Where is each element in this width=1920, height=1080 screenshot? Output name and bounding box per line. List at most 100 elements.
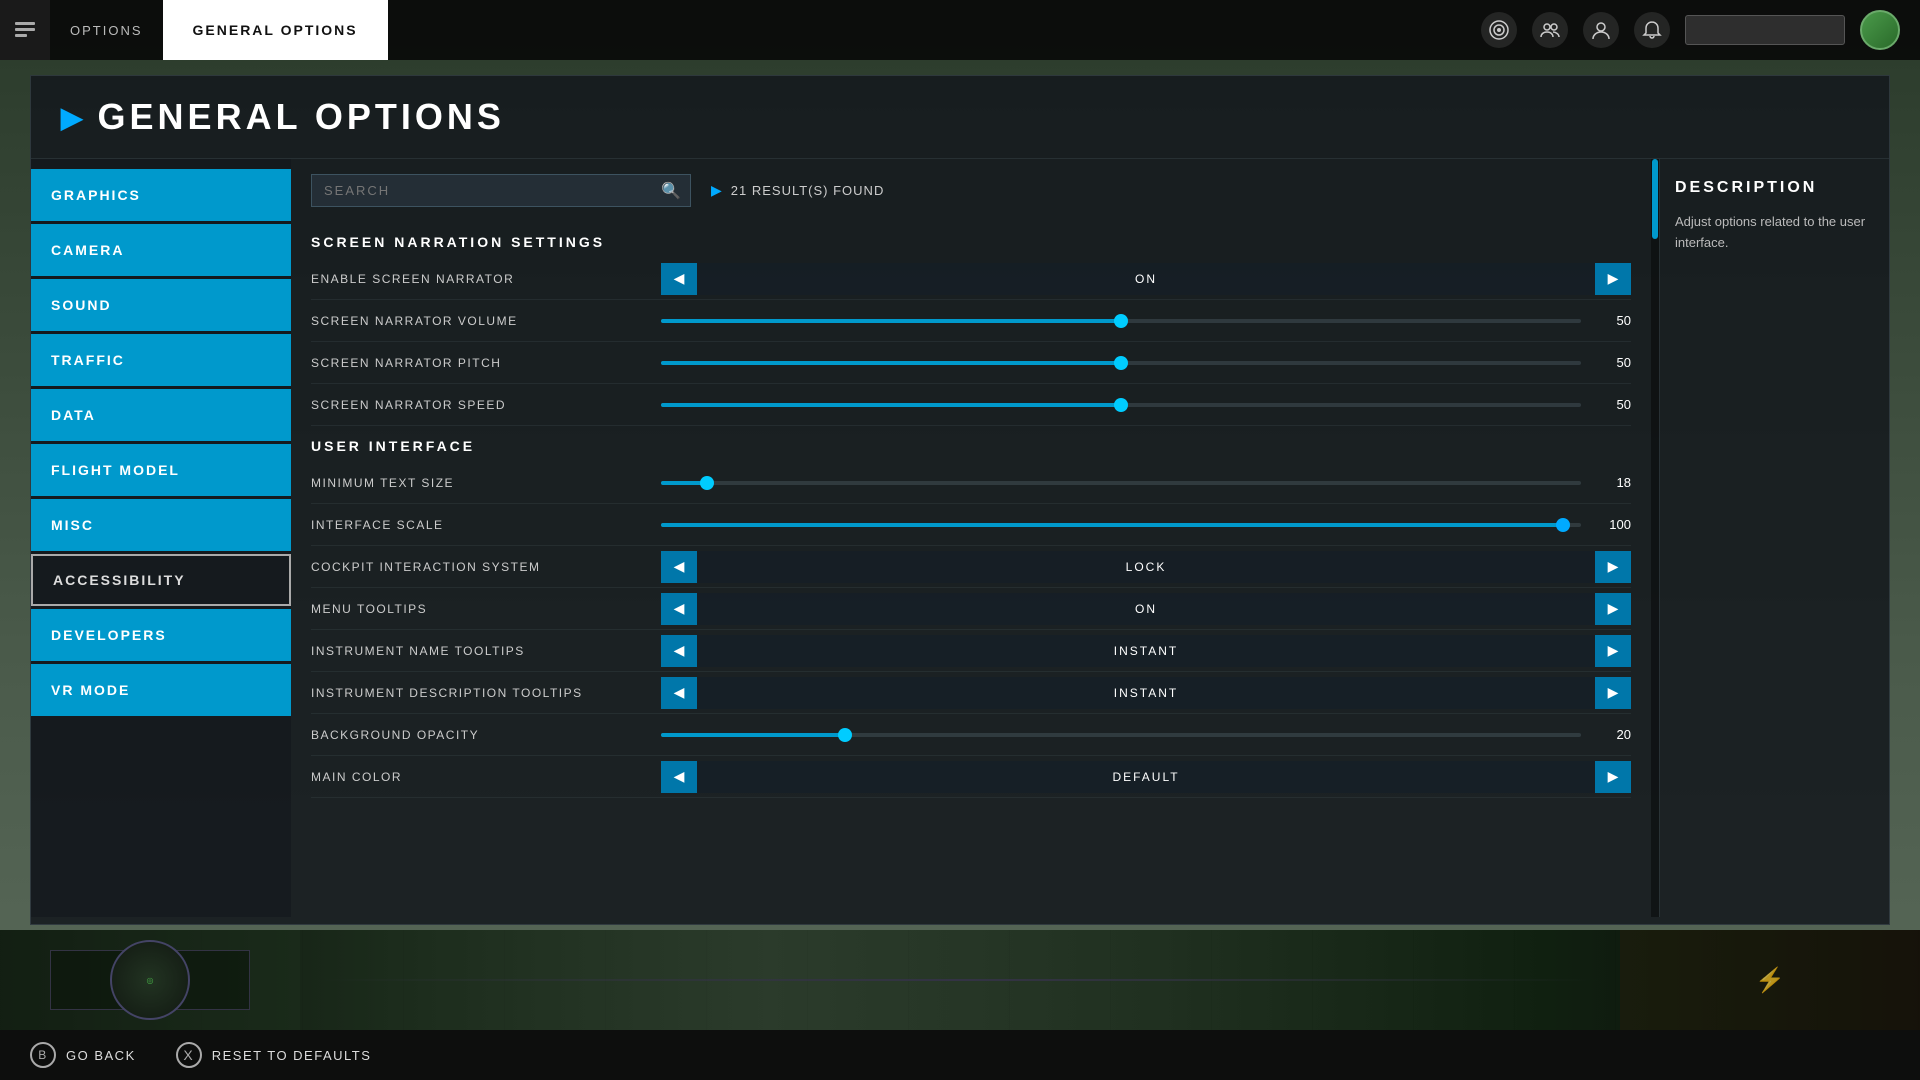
sidebar-item-misc[interactable]: MISC xyxy=(31,499,291,551)
arrow-right-main-color[interactable]: ▶ xyxy=(1595,761,1631,793)
arrow-control-main-color: ◀ DEFAULT ▶ xyxy=(661,761,1631,793)
search-input-wrap: 🔍 xyxy=(311,174,691,207)
results-arrow-icon: ▶ xyxy=(711,182,723,199)
setting-control-narrator-volume: 50 xyxy=(661,313,1631,328)
search-input[interactable] xyxy=(311,174,691,207)
content-layout: GRAPHICS CAMERA SOUND TRAFFIC DATA FLIGH… xyxy=(31,159,1889,917)
setting-label-interface-scale: INTERFACE SCALE xyxy=(311,518,661,532)
setting-control-instrument-name-tooltips: ◀ INSTANT ▶ xyxy=(661,635,1631,667)
slider-value-background-opacity: 20 xyxy=(1591,727,1631,742)
slider-track-narrator-speed[interactable] xyxy=(661,403,1581,407)
go-back-icon: B xyxy=(30,1042,56,1068)
setting-row-instrument-desc-tooltips: INSTRUMENT DESCRIPTION TOOLTIPS ◀ INSTAN… xyxy=(311,672,1631,714)
slider-value-min-text-size: 18 xyxy=(1591,475,1631,490)
arrow-control-menu-tooltips: ◀ ON ▶ xyxy=(661,593,1631,625)
topbar: OPTIONS GENERAL OPTIONS xyxy=(0,0,1920,60)
setting-row-enable-narrator: ENABLE SCREEN NARRATOR ◀ ON ▶ xyxy=(311,258,1631,300)
arrow-left-menu-tooltips[interactable]: ◀ xyxy=(661,593,697,625)
profile-icon[interactable] xyxy=(1583,12,1619,48)
sidebar-item-camera[interactable]: CAMERA xyxy=(31,224,291,276)
settings-list: SCREEN NARRATION SETTINGS ENABLE SCREEN … xyxy=(311,222,1631,902)
setting-control-cockpit-interaction: ◀ LOCK ▶ xyxy=(661,551,1631,583)
sidebar-item-sound[interactable]: SOUND xyxy=(31,279,291,331)
page-title-icon: ▶ xyxy=(61,101,83,134)
arrow-right-instrument-desc-tooltips[interactable]: ▶ xyxy=(1595,677,1631,709)
sidebar-item-vr-mode[interactable]: VR MODE xyxy=(31,664,291,716)
scrollbar-thumb[interactable] xyxy=(1652,159,1658,239)
page-title-bar: ▶ GENERAL OPTIONS xyxy=(31,76,1889,159)
setting-label-min-text-size: MINIMUM TEXT SIZE xyxy=(311,476,661,490)
description-panel: DESCRIPTION Adjust options related to th… xyxy=(1659,159,1889,917)
setting-row-menu-tooltips: MENU TOOLTIPS ◀ ON ▶ xyxy=(311,588,1631,630)
main-content: 🔍 ▶ 21 RESULT(S) FOUND SCREEN NARRATION … xyxy=(291,159,1651,917)
sidebar-item-developers[interactable]: DEVELOPERS xyxy=(31,609,291,661)
arrow-left-cockpit-interaction[interactable]: ◀ xyxy=(661,551,697,583)
setting-row-narrator-pitch: SCREEN NARRATOR PITCH 50 xyxy=(311,342,1631,384)
topbar-search-input[interactable] xyxy=(1685,15,1845,45)
slider-wrap-interface-scale: 100 xyxy=(661,517,1631,532)
setting-label-background-opacity: BACKGROUND OPACITY xyxy=(311,728,661,742)
slider-track-narrator-volume[interactable] xyxy=(661,319,1581,323)
arrow-right-menu-tooltips[interactable]: ▶ xyxy=(1595,593,1631,625)
section-header-ui: USER INTERFACE xyxy=(311,426,1631,462)
setting-label-enable-narrator: ENABLE SCREEN NARRATOR xyxy=(311,272,661,286)
main-panel: ▶ GENERAL OPTIONS GRAPHICS CAMERA SOUND … xyxy=(30,75,1890,925)
slider-track-background-opacity[interactable] xyxy=(661,733,1581,737)
notifications-icon[interactable] xyxy=(1634,12,1670,48)
setting-control-min-text-size: 18 xyxy=(661,475,1631,490)
arrow-control-instrument-desc-tooltips: ◀ INSTANT ▶ xyxy=(661,677,1631,709)
arrow-left-enable-narrator[interactable]: ◀ xyxy=(661,263,697,295)
achievements-icon[interactable] xyxy=(1481,12,1517,48)
arrow-right-enable-narrator[interactable]: ▶ xyxy=(1595,263,1631,295)
bottombar: B GO BACK X RESET TO DEFAULTS xyxy=(0,1030,1920,1080)
slider-track-min-text-size[interactable] xyxy=(661,481,1581,485)
arrow-value-main-color: DEFAULT xyxy=(697,761,1595,793)
setting-row-interface-scale: INTERFACE SCALE 100 xyxy=(311,504,1631,546)
arrow-left-main-color[interactable]: ◀ xyxy=(661,761,697,793)
arrow-value-menu-tooltips: ON xyxy=(697,593,1595,625)
multiplayer-icon[interactable] xyxy=(1532,12,1568,48)
setting-label-cockpit-interaction: COCKPIT INTERACTION SYSTEM xyxy=(311,560,661,574)
arrow-control-enable-narrator: ◀ ON ▶ xyxy=(661,263,1631,295)
reset-icon: X xyxy=(176,1042,202,1068)
go-back-button[interactable]: B GO BACK xyxy=(30,1042,136,1068)
arrow-value-cockpit-interaction: LOCK xyxy=(697,551,1595,583)
setting-control-instrument-desc-tooltips: ◀ INSTANT ▶ xyxy=(661,677,1631,709)
logo-icon[interactable] xyxy=(0,0,50,60)
slider-wrap-narrator-volume: 50 xyxy=(661,313,1631,328)
setting-row-cockpit-interaction: COCKPIT INTERACTION SYSTEM ◀ LOCK ▶ xyxy=(311,546,1631,588)
arrow-value-instrument-name-tooltips: INSTANT xyxy=(697,635,1595,667)
arrow-left-instrument-desc-tooltips[interactable]: ◀ xyxy=(661,677,697,709)
sidebar-item-flight-model[interactable]: FLIGHT MODEL xyxy=(31,444,291,496)
slider-track-interface-scale[interactable] xyxy=(661,523,1581,527)
setting-control-menu-tooltips: ◀ ON ▶ xyxy=(661,593,1631,625)
setting-row-min-text-size: MINIMUM TEXT SIZE 18 xyxy=(311,462,1631,504)
arrow-value-instrument-desc-tooltips: INSTANT xyxy=(697,677,1595,709)
arrow-control-instrument-name-tooltips: ◀ INSTANT ▶ xyxy=(661,635,1631,667)
cockpit-strip: ◎ ⚡ xyxy=(0,930,1920,1030)
sidebar-item-traffic[interactable]: TRAFFIC xyxy=(31,334,291,386)
slider-wrap-background-opacity: 20 xyxy=(661,727,1631,742)
sidebar-item-accessibility[interactable]: ACCESSIBILITY xyxy=(31,554,291,606)
arrow-value-enable-narrator: ON xyxy=(697,263,1595,295)
arrow-control-cockpit-interaction: ◀ LOCK ▶ xyxy=(661,551,1631,583)
slider-track-narrator-pitch[interactable] xyxy=(661,361,1581,365)
section-header-narration: SCREEN NARRATION SETTINGS xyxy=(311,222,1631,258)
slider-value-interface-scale: 100 xyxy=(1591,517,1631,532)
arrow-right-instrument-name-tooltips[interactable]: ▶ xyxy=(1595,635,1631,667)
setting-control-interface-scale: 100 xyxy=(661,517,1631,532)
description-text: Adjust options related to the user inter… xyxy=(1675,212,1874,254)
setting-label-narrator-speed: SCREEN NARRATOR SPEED xyxy=(311,398,661,412)
sidebar-item-data[interactable]: DATA xyxy=(31,389,291,441)
setting-control-enable-narrator: ◀ ON ▶ xyxy=(661,263,1631,295)
scrollbar-track[interactable] xyxy=(1651,159,1659,917)
sidebar-item-graphics[interactable]: GRAPHICS xyxy=(31,169,291,221)
slider-wrap-min-text-size: 18 xyxy=(661,475,1631,490)
reset-to-defaults-button[interactable]: X RESET TO DEFAULTS xyxy=(176,1042,372,1068)
user-avatar[interactable] xyxy=(1860,10,1900,50)
setting-label-narrator-volume: SCREEN NARRATOR VOLUME xyxy=(311,314,661,328)
arrow-left-instrument-name-tooltips[interactable]: ◀ xyxy=(661,635,697,667)
search-bar: 🔍 ▶ 21 RESULT(S) FOUND xyxy=(311,174,1631,207)
arrow-right-cockpit-interaction[interactable]: ▶ xyxy=(1595,551,1631,583)
setting-control-main-color: ◀ DEFAULT ▶ xyxy=(661,761,1631,793)
